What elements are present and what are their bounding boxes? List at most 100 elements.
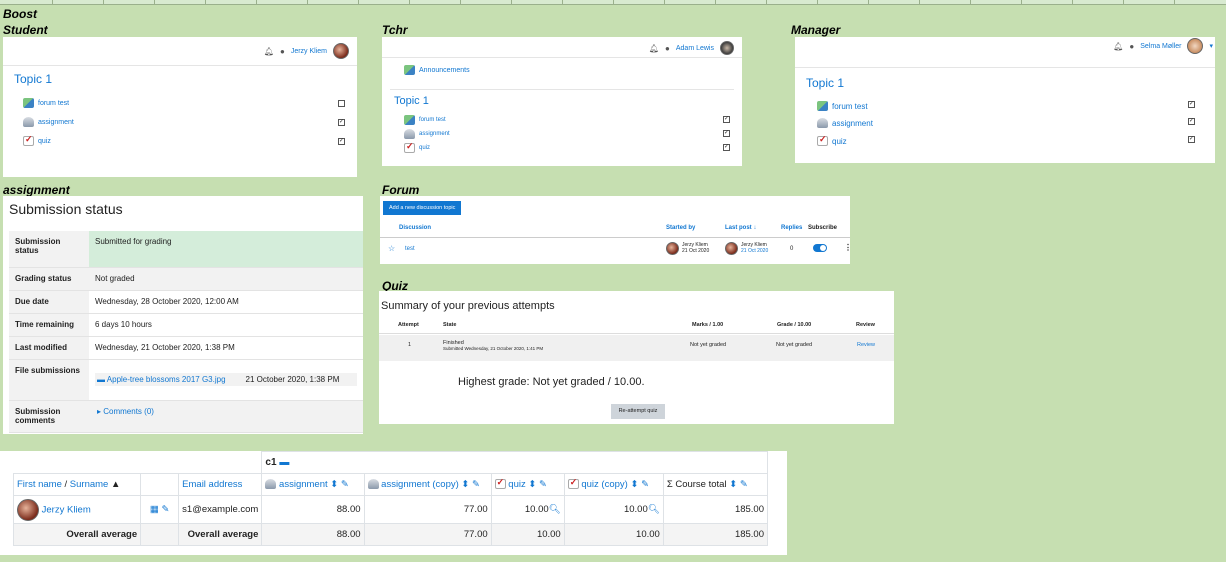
bell-icon[interactable]: 🔔︎	[264, 47, 274, 56]
forum-panel: Add a new discussion topic Discussion St…	[380, 196, 852, 264]
activity-forum[interactable]: forum test	[817, 101, 868, 111]
announcements-link[interactable]: Announcements	[404, 65, 470, 75]
completion-checkbox[interactable]: ✓	[1188, 118, 1195, 125]
edit-icon[interactable]: ✎	[472, 479, 480, 490]
user-name[interactable]: Adam Lewis	[676, 45, 714, 52]
page-title: Submission status	[9, 201, 123, 217]
sort-surname[interactable]: Surname	[70, 479, 109, 490]
activity-forum[interactable]: forum test	[404, 115, 446, 125]
activity-quiz[interactable]: quiz	[23, 134, 51, 146]
label-boost: Boost	[3, 7, 37, 21]
user-name[interactable]: Selma Møller	[1140, 43, 1181, 50]
activity-quiz[interactable]: quiz	[817, 134, 847, 146]
completion-checkbox[interactable]: ✓	[723, 130, 730, 137]
completion-checkbox[interactable]: ✓	[723, 116, 730, 123]
avatar[interactable]	[333, 43, 349, 59]
file-link[interactable]: ▬ Apple-tree blossoms 2017 G3.jpg	[97, 375, 226, 384]
comments-link[interactable]: ▸ Comments (0)	[97, 407, 154, 416]
highest-grade: Highest grade: Not yet graded / 10.00.	[458, 376, 645, 388]
edit-icon[interactable]: ✎	[641, 479, 649, 490]
sort-firstname[interactable]: First name	[17, 479, 62, 490]
manager-panel: 🔔︎ ● Selma Møller ▾ Topic 1 forum test a…	[795, 37, 1215, 163]
email-header: Email address	[178, 473, 263, 496]
avatar[interactable]	[725, 242, 738, 255]
sort-icon[interactable]: ⬍	[729, 479, 737, 490]
edit-icon[interactable]: ✎	[539, 479, 547, 490]
avatar[interactable]	[666, 242, 679, 255]
avatar[interactable]	[1187, 38, 1204, 54]
col-lastpost[interactable]: Last post ↓	[725, 225, 756, 231]
sort-icon[interactable]: ⬍	[528, 479, 536, 490]
completion-checkbox[interactable]: ✓	[338, 119, 345, 126]
row-header: Due date	[9, 290, 89, 314]
activity-assignment[interactable]: assignment	[23, 117, 74, 127]
more-icon[interactable]: ⋮	[844, 243, 852, 252]
completion-checkbox[interactable]: ✓	[1188, 101, 1195, 108]
chat-icon[interactable]: ●	[1129, 42, 1134, 51]
avg-cell: 88.00	[261, 523, 365, 546]
row-value: Not graded	[89, 267, 363, 291]
search-icon[interactable]: 🔍︎	[648, 504, 660, 515]
quiz-header: Attempt State Marks / 1.00 Grade / 10.00…	[379, 320, 894, 334]
teacher-panel: 🔔︎ ● Adam Lewis Announcements Topic 1 fo…	[382, 37, 742, 166]
name-header: First name / Surname ▲	[12, 473, 142, 496]
subscribe-toggle[interactable]	[813, 244, 827, 252]
chevron-down-icon[interactable]: ▾	[1209, 42, 1213, 50]
assignment-icon	[404, 129, 415, 139]
sigma-icon: Σ	[666, 479, 673, 490]
grade-cell[interactable]: 88.00	[261, 495, 365, 524]
user-name[interactable]: Jerzy Kliem	[291, 48, 327, 55]
sort-email[interactable]: Email address	[182, 479, 242, 490]
row-header: Grading status	[9, 267, 89, 291]
topic-title[interactable]: Topic 1	[806, 76, 844, 90]
user-link[interactable]: Jerzy Kliem	[42, 504, 91, 515]
reattempt-button[interactable]: Re-attempt quiz	[611, 404, 665, 419]
col-replies[interactable]: Replies	[781, 225, 802, 231]
edit-icon[interactable]: ✎	[341, 479, 349, 490]
avatar[interactable]	[17, 498, 39, 521]
grade-cell[interactable]: 77.00	[363, 495, 492, 524]
activity-forum[interactable]: forum test	[23, 98, 69, 108]
edit-icon[interactable]: ✎	[740, 479, 748, 490]
review-link[interactable]: Review	[857, 342, 875, 348]
completion-checkbox[interactable]: ✓	[338, 138, 345, 145]
bell-icon[interactable]: 🔔︎	[649, 44, 659, 53]
forum-header: Discussion Started by Last post ↓ Replie…	[380, 225, 850, 238]
forum-icon	[23, 98, 34, 108]
grade-cell[interactable]: 10.00🔍︎	[490, 495, 565, 524]
chat-icon[interactable]: ●	[280, 47, 285, 56]
completion-checkbox[interactable]: ✓	[1188, 136, 1195, 143]
topic-title[interactable]: Topic 1	[394, 95, 429, 107]
grid-icon[interactable]: ▦	[150, 504, 159, 515]
row-value: 6 days 10 hours	[89, 313, 363, 337]
manager-header: 🔔︎ ● Selma Møller ▾	[1113, 38, 1213, 54]
activity-assignment[interactable]: assignment	[404, 129, 450, 139]
sort-icon[interactable]: ⬍	[461, 479, 469, 490]
sort-icon[interactable]: ⬍	[630, 479, 638, 490]
avatar[interactable]	[720, 41, 734, 55]
grade-cell[interactable]: 10.00🔍︎	[563, 495, 664, 524]
activity-assignment[interactable]: assignment	[817, 118, 873, 128]
grade-col-header: Σ Course total ⬍ ✎	[662, 473, 769, 496]
search-icon[interactable]: 🔍︎	[549, 504, 561, 515]
grade-cell[interactable]: 185.00	[662, 495, 769, 524]
sort-icon[interactable]: ⬍	[330, 479, 338, 490]
collapse-icon[interactable]: ▬	[279, 457, 289, 468]
add-discussion-button[interactable]: Add a new discussion topic	[383, 201, 462, 215]
topic-title[interactable]: Topic 1	[14, 72, 52, 86]
completion-checkbox[interactable]	[338, 100, 345, 107]
completion-checkbox[interactable]: ✓	[723, 144, 730, 151]
bell-icon[interactable]: 🔔︎	[1113, 42, 1123, 51]
star-icon[interactable]: ☆	[388, 244, 395, 253]
col-started[interactable]: Started by	[666, 225, 695, 231]
col-subscribe: Subscribe	[808, 225, 838, 231]
activity-quiz[interactable]: quiz	[404, 141, 430, 153]
col-discussion[interactable]: Discussion	[399, 225, 431, 231]
student-panel: 🔔︎ ● Jerzy Kliem Topic 1 forum test assi…	[3, 37, 357, 177]
row-header: Submission comments	[9, 400, 89, 433]
edit-icon[interactable]: ✎	[161, 504, 169, 515]
chat-icon[interactable]: ●	[665, 44, 670, 53]
discussion-link[interactable]: test	[405, 246, 415, 252]
grade-col-header: assignment ⬍ ✎	[261, 473, 365, 496]
sort-asc-icon: ▲	[111, 479, 121, 490]
